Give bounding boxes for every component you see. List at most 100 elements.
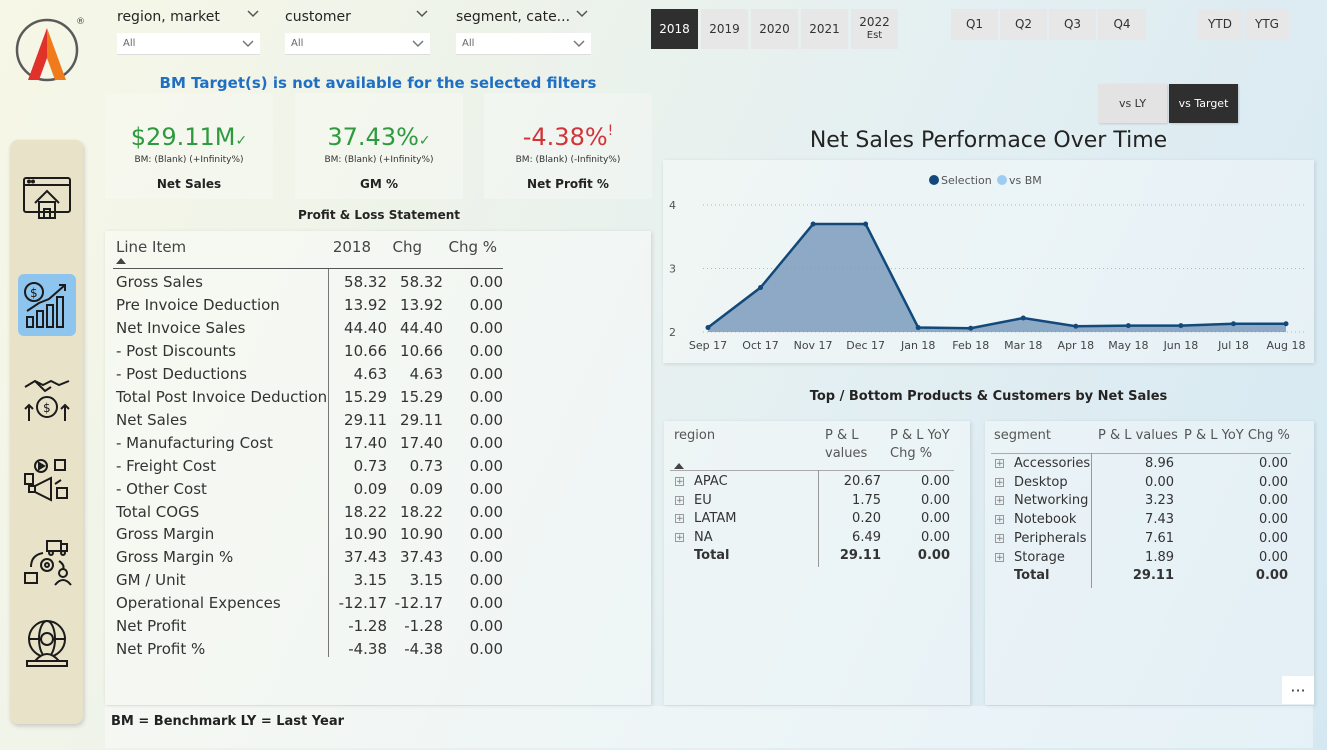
- alert-icon: !: [607, 123, 614, 139]
- pl-row[interactable]: Gross Margin % 37.43 37.43 0.00: [105, 548, 651, 571]
- pl-header-line-item[interactable]: Line Item: [116, 238, 186, 256]
- quarter-label: Q2: [1014, 17, 1033, 31]
- data-point[interactable]: [968, 325, 974, 331]
- ytd-button[interactable]: YTD: [1198, 9, 1242, 40]
- quarter-q2-button[interactable]: Q2: [1000, 9, 1047, 40]
- pl-row[interactable]: Net Profit -1.28 -1.28 0.00: [105, 617, 651, 640]
- matrix-header-text: values: [825, 446, 868, 461]
- matrix-header-values[interactable]: P & L values: [1098, 427, 1178, 445]
- pl-row[interactable]: Net Invoice Sales 44.40 44.40 0.00: [105, 319, 651, 342]
- nav-finance[interactable]: $: [18, 274, 76, 336]
- matrix-row[interactable]: + Networking 3.23 0.00: [985, 493, 1314, 512]
- pl-value-chg-pct: 0.00: [469, 273, 503, 291]
- pl-line-item: GM / Unit: [116, 571, 186, 590]
- ytg-button[interactable]: YTG: [1245, 9, 1289, 40]
- expand-icon[interactable]: +: [995, 552, 1004, 562]
- filter-segment-category[interactable]: segment, cate... All: [456, 6, 591, 55]
- pl-row[interactable]: Total Post Invoice Deduction 15.29 15.29 0.…: [105, 388, 651, 411]
- matrix-row[interactable]: + Desktop 0.00 0.00: [985, 475, 1314, 494]
- pl-header-chg-pct[interactable]: Chg %: [448, 238, 497, 256]
- check-icon: ✓: [418, 133, 431, 149]
- data-point[interactable]: [1073, 323, 1079, 329]
- pl-row[interactable]: - Other Cost 0.09 0.09 0.00: [105, 480, 651, 503]
- pl-header-divider: [113, 268, 503, 269]
- expand-icon[interactable]: +: [675, 495, 684, 505]
- pl-value-chg: 18.22: [400, 502, 443, 521]
- matrix-row[interactable]: + Peripherals 7.61 0.00: [985, 531, 1314, 550]
- nav-supply-chain[interactable]: [18, 532, 76, 594]
- quarter-q4-button[interactable]: Q4: [1098, 9, 1146, 40]
- pl-row[interactable]: - Post Discounts 10.66 10.66 0.00: [105, 342, 651, 365]
- matrix-row[interactable]: + LATAM 0.20 0.00: [664, 511, 970, 530]
- matrix-row[interactable]: + NA 6.49 0.00: [664, 530, 970, 549]
- expand-icon[interactable]: +: [995, 533, 1004, 543]
- matrix-header-values[interactable]: P & L values: [825, 427, 867, 463]
- data-point[interactable]: [758, 285, 764, 291]
- expand-icon[interactable]: +: [995, 496, 1004, 506]
- pl-value-chg: 0.73: [409, 456, 443, 475]
- matrix-row[interactable]: + Notebook 7.43 0.00: [985, 512, 1314, 531]
- pl-row[interactable]: - Manufacturing Cost 17.40 17.40 0.00: [105, 434, 651, 457]
- expand-icon[interactable]: +: [675, 477, 684, 487]
- expand-icon[interactable]: +: [675, 514, 684, 524]
- year-2019-button[interactable]: 2019: [701, 9, 748, 49]
- year-2021-button[interactable]: 2021: [801, 9, 848, 49]
- pl-row[interactable]: Net Sales 29.11 29.11 0.00: [105, 411, 651, 434]
- matrix-row[interactable]: + APAC 20.67 0.00: [664, 474, 970, 493]
- filter-dropdown[interactable]: All: [285, 33, 430, 55]
- pl-row[interactable]: - Post Deductions 4.63 4.63 0.00: [105, 365, 651, 388]
- filter-customer[interactable]: customer All: [285, 6, 430, 55]
- expand-icon[interactable]: +: [995, 477, 1004, 487]
- data-point[interactable]: [1230, 321, 1236, 327]
- year-2018-button[interactable]: 2018: [651, 9, 698, 49]
- data-point[interactable]: [705, 325, 711, 331]
- more-options-button[interactable]: ···: [1282, 676, 1314, 704]
- pl-value-year: 37.43: [344, 548, 387, 567]
- legend-marker: [929, 175, 939, 185]
- expand-icon[interactable]: +: [675, 532, 684, 542]
- pl-row[interactable]: Pre Invoice Deduction 13.92 13.92 0.00: [105, 296, 651, 319]
- year-2022-est-button[interactable]: 2022 Est: [851, 9, 898, 49]
- filter-dropdown[interactable]: All: [456, 33, 591, 55]
- pl-row[interactable]: Gross Sales 58.32 58.32 0.00: [105, 273, 651, 296]
- pl-row[interactable]: Gross Margin 10.90 10.90 0.00: [105, 525, 651, 548]
- matrix-header-yoy[interactable]: P & L YoY Chg %: [890, 427, 950, 463]
- matrix-row[interactable]: + EU 1.75 0.00: [664, 493, 970, 512]
- matrix-row[interactable]: + Accessories 8.96 0.00: [985, 456, 1314, 475]
- pl-header-chg[interactable]: Chg: [392, 238, 422, 256]
- pl-row[interactable]: - Freight Cost 0.73 0.73 0.00: [105, 457, 651, 480]
- quarter-q3-button[interactable]: Q3: [1049, 9, 1096, 40]
- nav-executive[interactable]: [18, 612, 76, 674]
- vs-target-button[interactable]: vs Target: [1169, 84, 1238, 123]
- data-point[interactable]: [863, 221, 869, 227]
- data-point[interactable]: [1178, 323, 1184, 329]
- nav-sales[interactable]: $: [18, 368, 76, 430]
- matrix-header-region[interactable]: region: [674, 427, 715, 445]
- matrix-header-yoy[interactable]: P & L YoY Chg %: [1184, 427, 1290, 445]
- vs-ly-button[interactable]: vs LY: [1098, 84, 1167, 123]
- filter-region-market[interactable]: region, market All: [117, 6, 260, 55]
- nav-home[interactable]: [18, 168, 76, 230]
- pl-value-chg: 15.29: [400, 387, 443, 406]
- data-point[interactable]: [1283, 321, 1289, 327]
- nav-marketing[interactable]: [18, 451, 76, 513]
- matrix-header-segment[interactable]: segment: [994, 427, 1051, 445]
- data-point[interactable]: [810, 221, 816, 227]
- pl-row[interactable]: GM / Unit 3.15 3.15 0.00: [105, 571, 651, 594]
- data-point[interactable]: [915, 325, 921, 331]
- pl-value-year: 58.32: [344, 273, 387, 291]
- pl-row[interactable]: Net Profit % -4.38 -4.38 0.00: [105, 640, 651, 663]
- pl-row[interactable]: Operational Expences -12.17 -12.17 0.00: [105, 594, 651, 617]
- pl-header-year[interactable]: 2018: [333, 238, 371, 256]
- quarter-q1-button[interactable]: Q1: [951, 9, 998, 40]
- pl-row[interactable]: Total COGS 18.22 18.22 0.00: [105, 503, 651, 526]
- matrix-row[interactable]: + Storage 1.89 0.00: [985, 550, 1314, 569]
- expand-icon[interactable]: +: [995, 459, 1004, 469]
- net-sales-area-chart[interactable]: Selection vs BM 2 3 4 Sep 17 Oct 17 Nov 17 Dec 1…: [663, 160, 1314, 363]
- filter-dropdown[interactable]: All: [117, 33, 260, 55]
- year-2020-button[interactable]: 2020: [751, 9, 798, 49]
- data-point[interactable]: [1020, 315, 1026, 321]
- data-point[interactable]: [1125, 323, 1131, 329]
- expand-icon[interactable]: +: [995, 515, 1004, 525]
- matrix-row-label: APAC: [694, 474, 728, 489]
